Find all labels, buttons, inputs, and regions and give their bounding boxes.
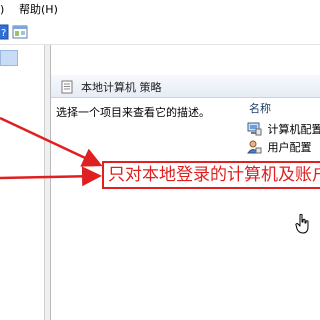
- menu-view-partial[interactable]: ): [0, 3, 18, 17]
- view-pane-icon[interactable]: [12, 24, 28, 40]
- list-item-label: 计算机配置: [267, 123, 320, 136]
- hand-cursor-icon: [295, 213, 311, 234]
- list-item-label: 用户配置: [267, 141, 312, 154]
- svg-text:?: ?: [1, 28, 6, 39]
- document-icon: [60, 79, 74, 94]
- pane-splitter[interactable]: [44, 45, 51, 320]
- list-item-computer-config[interactable]: 计算机配置: [247, 121, 320, 137]
- annotation-callout: 只对本地登录的计算机及账户: [102, 161, 320, 189]
- menu-bar: ) 帮助(H): [0, 0, 320, 20]
- item-description: 选择一个项目来查看它的描述。: [56, 106, 210, 119]
- tree-selected-item[interactable]: [0, 50, 18, 66]
- menu-help[interactable]: 帮助(H): [19, 3, 58, 17]
- computer-config-icon: [247, 122, 262, 136]
- toolbar: ?: [0, 20, 320, 45]
- list-item-user-config[interactable]: 用户配置: [247, 139, 312, 155]
- pane-header: 本地计算机 策略: [51, 75, 320, 98]
- screenshot-stage: ) 帮助(H) ? 本地计算机 策略 选择一个项目来查看它的描述。 名称 计算机…: [0, 0, 320, 320]
- user-config-icon: [247, 140, 262, 154]
- pane-title: 本地计算机 策略: [81, 81, 162, 94]
- annotation-text: 只对本地登录的计算机及账户: [108, 165, 320, 185]
- tree-pane[interactable]: [0, 45, 44, 320]
- column-header-name[interactable]: 名称: [249, 100, 271, 116]
